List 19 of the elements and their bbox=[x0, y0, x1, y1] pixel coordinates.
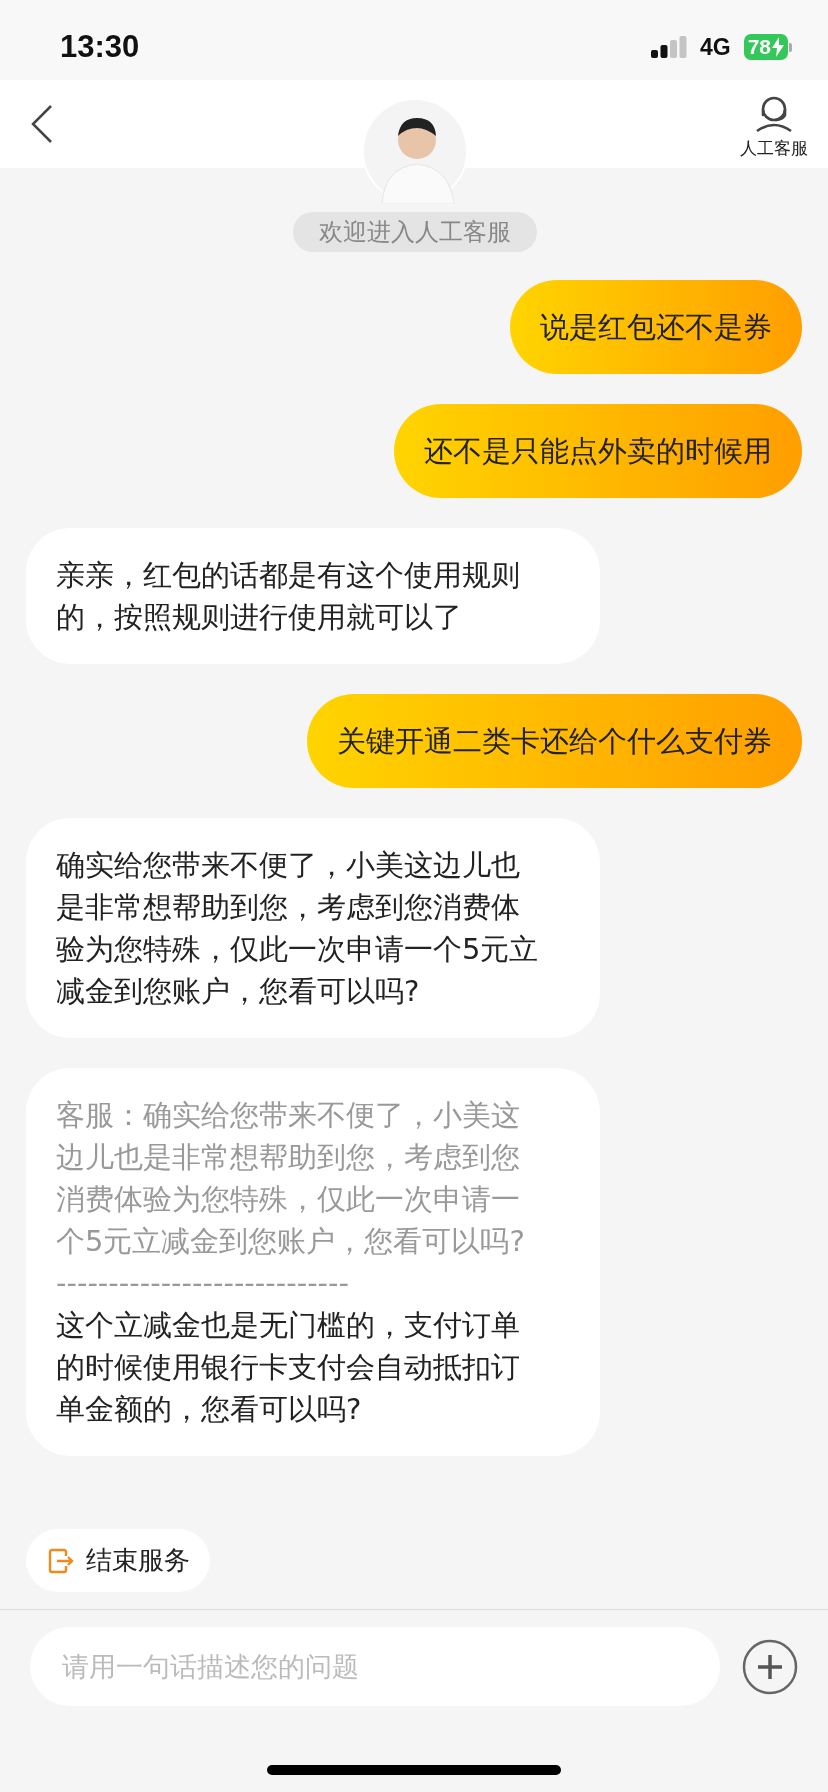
sent-message: 说是红包还不是券 bbox=[510, 280, 802, 374]
exit-icon bbox=[48, 1547, 74, 1574]
message-input[interactable]: 请用一句话描述您的问题 bbox=[30, 1627, 720, 1706]
signal-icon bbox=[650, 36, 687, 58]
separator-line: ---------------------------- bbox=[56, 1265, 350, 1302]
sent-message: 还不是只能点外卖的时候用 bbox=[394, 404, 802, 498]
back-icon[interactable] bbox=[30, 104, 54, 144]
received-message: 确实给您带来不便了，小美这边儿也是非常想帮助到您，考虑到您消费体验为您特殊，仅此一次申请一个5元立减金到您账户，您看可以吗? bbox=[26, 818, 600, 1038]
message-text: 这个立减金也是无门槛的，支付订单的时候使用银行卡支付会自动抵扣订单金额的，您看可以吗? bbox=[56, 1307, 521, 1428]
received-message: 亲亲，红包的话都是有这个使用规则的，按照规则进行使用就可以了 bbox=[26, 528, 600, 664]
end-service-button[interactable]: 结束服务 bbox=[26, 1529, 210, 1592]
quoted-message: 客服：确实给您带来不便了，小美这边儿也是非常想帮助到您，考虑到您消费体验为您特殊，仅此一次申请一个5元立减金到您账户，您看可以吗? bbox=[56, 1097, 526, 1260]
welcome-notice: 欢迎进入人工客服 bbox=[293, 212, 537, 252]
add-icon[interactable] bbox=[742, 1638, 798, 1695]
status-time: 13:30 bbox=[60, 29, 140, 65]
battery-indicator: 78 bbox=[743, 34, 788, 60]
network-label: 4G bbox=[699, 33, 731, 61]
sent-message: 关键开通二类卡还给个什么支付券 bbox=[307, 694, 802, 788]
agent-service-button[interactable]: 人工客服 bbox=[740, 94, 808, 160]
